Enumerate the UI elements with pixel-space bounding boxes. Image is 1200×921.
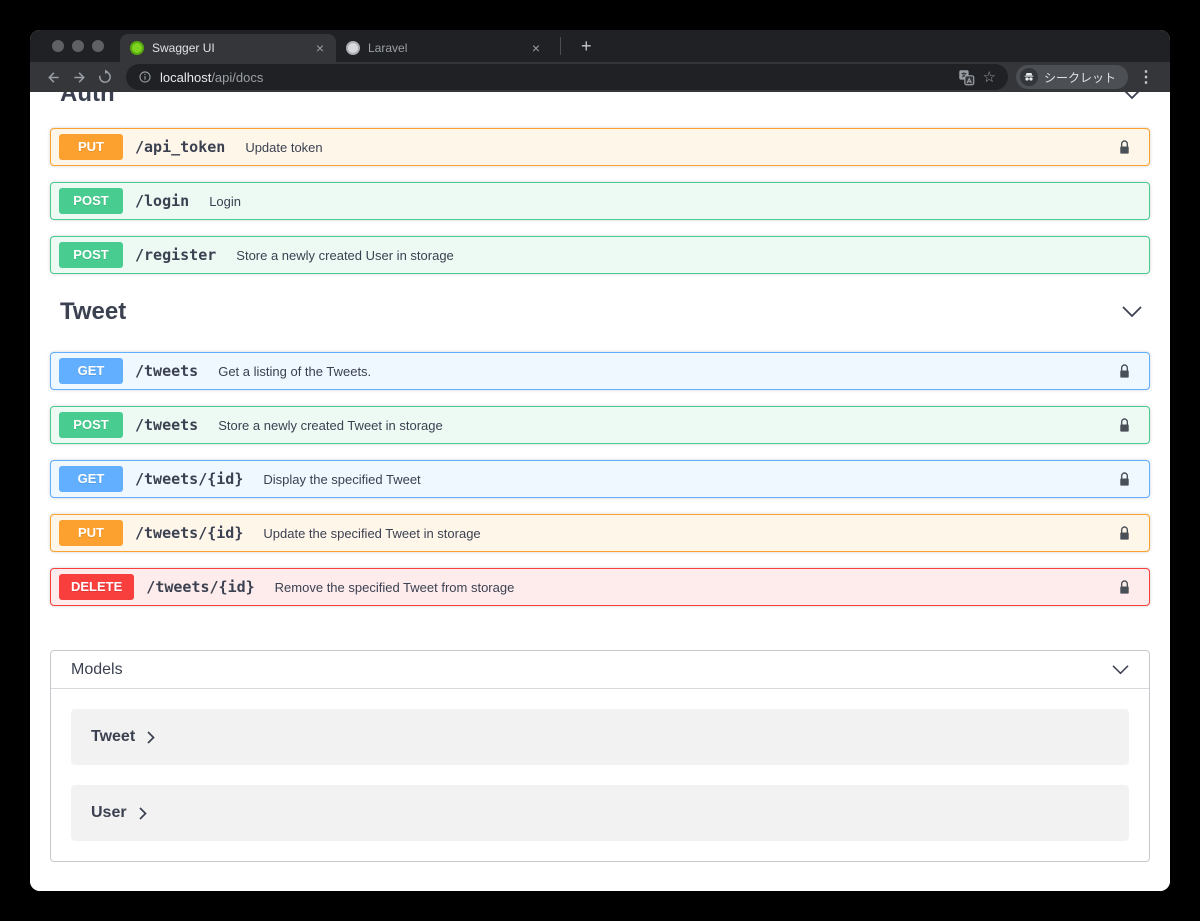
- operation-description: Display the specified Tweet: [263, 471, 421, 487]
- zoom-window-button[interactable]: [92, 40, 104, 52]
- incognito-profile-chip[interactable]: シークレット: [1015, 65, 1128, 89]
- translate-icon[interactable]: [958, 69, 975, 86]
- section-title: Tweet: [60, 298, 127, 325]
- model-name: User: [91, 804, 127, 821]
- operation-path: /api_token: [135, 138, 226, 156]
- operation-description: Update token: [245, 139, 323, 155]
- browser-menu-icon[interactable]: ⋮: [1128, 67, 1160, 87]
- section-title: Auth: [60, 92, 115, 107]
- operation-path: /tweets/{id}: [135, 524, 244, 542]
- operation-path: /tweets/{id}: [146, 578, 255, 596]
- laravel-favicon-icon: [346, 41, 360, 55]
- reload-button[interactable]: [92, 64, 118, 90]
- method-badge: GET: [59, 466, 123, 492]
- auth-lock-button[interactable]: [1118, 363, 1131, 380]
- model-row-tweet[interactable]: Tweet: [71, 709, 1129, 765]
- operation-put-api_token[interactable]: PUT /api_token Update token: [50, 128, 1150, 166]
- close-tab-icon[interactable]: ×: [530, 40, 542, 56]
- reload-icon: [99, 69, 111, 83]
- close-tab-icon[interactable]: ×: [314, 40, 326, 56]
- lock-icon: [1120, 525, 1129, 540]
- operation-path: /tweets: [135, 416, 199, 434]
- method-badge: PUT: [59, 520, 123, 546]
- chevron-right-icon: [147, 730, 155, 744]
- browser-window: Swagger UI × Laravel × + localhost/api/d…: [30, 30, 1170, 891]
- bookmark-star-icon[interactable]: ☆: [983, 70, 996, 85]
- page-info-icon[interactable]: [138, 70, 152, 84]
- operation-path: /tweets: [135, 362, 199, 380]
- chevron-down-icon[interactable]: [1122, 306, 1142, 318]
- operation-description: Get a listing of the Tweets.: [218, 363, 372, 379]
- tab-divider: [560, 37, 561, 55]
- swagger-page: Auth PUT /api_token Update token POST /l…: [30, 92, 1170, 891]
- operation-description: Login: [209, 193, 241, 209]
- url-path: /api/docs: [211, 69, 264, 85]
- auth-lock-button[interactable]: [1118, 579, 1131, 596]
- method-badge: PUT: [59, 134, 123, 160]
- new-tab-button[interactable]: +: [569, 36, 604, 57]
- models-body: Tweet User: [51, 689, 1149, 861]
- model-name: Tweet: [91, 728, 136, 745]
- method-badge: POST: [59, 188, 123, 214]
- profile-label: シークレット: [1043, 70, 1116, 85]
- method-badge: DELETE: [59, 574, 135, 600]
- operation-put-tweets-id[interactable]: PUT /tweets/{id} Update the specified Tw…: [50, 514, 1150, 552]
- incognito-icon: [1019, 68, 1038, 86]
- operation-post-tweets[interactable]: POST /tweets Store a newly created Tweet…: [50, 406, 1150, 444]
- chevron-down-icon[interactable]: [1112, 664, 1129, 675]
- minimize-window-button[interactable]: [72, 40, 84, 52]
- operation-description: Store a newly created User in storage: [236, 247, 454, 263]
- operation-post-register[interactable]: POST /register Store a newly created Use…: [50, 236, 1150, 274]
- models-title: Models: [71, 660, 123, 678]
- method-badge: POST: [59, 242, 123, 268]
- operation-delete-tweets-id[interactable]: DELETE /tweets/{id} Remove the specified…: [50, 568, 1150, 606]
- url-text[interactable]: localhost/api/docs: [160, 70, 263, 85]
- lock-icon: [1120, 363, 1129, 378]
- tab-laravel[interactable]: Laravel ×: [336, 34, 552, 62]
- section-auth-header[interactable]: Auth: [50, 92, 1150, 116]
- operation-description: Update the specified Tweet in storage: [263, 525, 481, 541]
- browser-toolbar: localhost/api/docs ☆ シークレット ⋮: [30, 62, 1170, 92]
- operation-description: Remove the specified Tweet from storage: [274, 579, 515, 595]
- operation-post-login[interactable]: POST /login Login: [50, 182, 1150, 220]
- auth-lock-button[interactable]: [1118, 139, 1131, 156]
- swagger-favicon-icon: [130, 41, 144, 55]
- auth-lock-button[interactable]: [1118, 525, 1131, 542]
- models-panel: Models Tweet User: [50, 650, 1150, 862]
- url-host: localhost: [160, 69, 212, 85]
- operation-get-tweets-id[interactable]: GET /tweets/{id} Display the specified T…: [50, 460, 1150, 498]
- operation-get-tweets[interactable]: GET /tweets Get a listing of the Tweets.: [50, 352, 1150, 390]
- back-arrow-icon: [47, 71, 59, 83]
- section-tweet-header[interactable]: Tweet: [50, 290, 1150, 334]
- operation-description: Store a newly created Tweet in storage: [218, 417, 443, 433]
- operation-path: /register: [135, 246, 217, 264]
- lock-icon: [1120, 579, 1129, 594]
- lock-icon: [1120, 417, 1129, 432]
- lock-icon: [1120, 139, 1129, 154]
- forward-button[interactable]: [66, 64, 92, 90]
- close-window-button[interactable]: [52, 40, 64, 52]
- chevron-right-icon: [138, 806, 147, 820]
- window-controls: [52, 40, 104, 52]
- forward-arrow-icon: [73, 71, 85, 83]
- model-row-user[interactable]: User: [71, 785, 1129, 841]
- auth-lock-button[interactable]: [1118, 471, 1131, 488]
- method-badge: GET: [59, 358, 123, 384]
- models-header[interactable]: Models: [51, 651, 1149, 689]
- address-bar[interactable]: localhost/api/docs ☆: [126, 64, 1008, 90]
- tab-label: Swagger UI: [152, 41, 215, 55]
- method-badge: POST: [59, 412, 123, 438]
- auth-lock-button[interactable]: [1118, 417, 1131, 434]
- tab-strip: Swagger UI × Laravel × +: [30, 30, 1170, 62]
- tab-swagger-ui[interactable]: Swagger UI ×: [120, 34, 336, 62]
- tab-label: Laravel: [368, 41, 408, 55]
- back-button[interactable]: [40, 64, 66, 90]
- operation-path: /tweets/{id}: [135, 470, 244, 488]
- operation-path: /login: [135, 192, 190, 210]
- lock-icon: [1120, 471, 1129, 486]
- chevron-down-icon[interactable]: [1122, 92, 1142, 100]
